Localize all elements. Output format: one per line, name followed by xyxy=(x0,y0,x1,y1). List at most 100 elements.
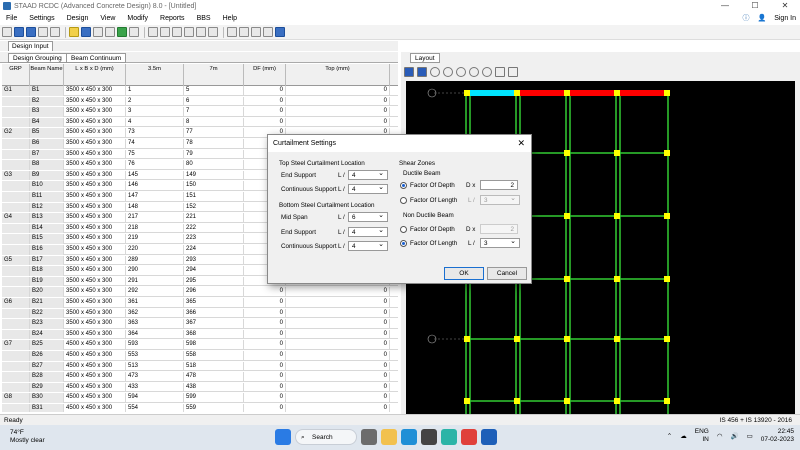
cell-7m[interactable]: 559 xyxy=(184,404,244,412)
wifi-icon[interactable]: ◠ xyxy=(717,432,723,440)
cell-beam-name[interactable]: B1 xyxy=(30,86,64,96)
cell-dimensions[interactable]: 3500 x 450 x 300 xyxy=(64,213,126,223)
cell-beam-name[interactable]: B12 xyxy=(30,202,64,213)
cell-dimensions[interactable]: 3500 x 450 x 300 xyxy=(64,287,126,297)
cell-grp[interactable] xyxy=(2,202,30,213)
cell-grp[interactable]: G8 xyxy=(2,393,30,403)
cell-7m[interactable]: 368 xyxy=(184,329,244,340)
table-row[interactable]: B28 4500 x 450 x 300 473 478 0 0 xyxy=(2,372,398,382)
sign-in-link[interactable]: Sign In xyxy=(774,15,796,22)
cell-grp[interactable]: G7 xyxy=(2,340,30,350)
cell-7m[interactable]: 367 xyxy=(184,319,244,329)
export-icon[interactable] xyxy=(50,27,60,37)
cell-3-5m[interactable]: 145 xyxy=(126,170,184,181)
cell-beam-name[interactable]: B10 xyxy=(30,181,64,191)
menu-modify[interactable]: Modify xyxy=(121,15,154,22)
cell-3-5m[interactable]: 75 xyxy=(126,149,184,160)
non-ductile-factor-length-radio[interactable] xyxy=(400,240,407,247)
cell-dimensions[interactable]: 3500 x 450 x 300 xyxy=(64,160,126,170)
table-row[interactable]: B24 3500 x 450 x 300 364 368 0 0 xyxy=(2,329,398,340)
cell-beam-name[interactable]: B22 xyxy=(30,308,64,319)
menu-settings[interactable]: Settings xyxy=(23,15,60,22)
cell-dimensions[interactable]: 3500 x 450 x 300 xyxy=(64,170,126,181)
cell-df[interactable]: 0 xyxy=(244,361,286,372)
cell-3-5m[interactable]: 220 xyxy=(126,245,184,255)
cell-7m[interactable]: 295 xyxy=(184,276,244,287)
cell-grp[interactable] xyxy=(2,192,30,202)
cell-7m[interactable]: 151 xyxy=(184,192,244,202)
menu-reports[interactable]: Reports xyxy=(154,15,191,22)
tool-icon[interactable] xyxy=(263,27,273,37)
cell-top[interactable]: 0 xyxy=(286,361,390,372)
menu-design[interactable]: Design xyxy=(61,15,95,22)
cell-7m[interactable]: 222 xyxy=(184,223,244,234)
cell-grp[interactable]: G6 xyxy=(2,298,30,308)
cell-7m[interactable]: 77 xyxy=(184,128,244,138)
cell-dimensions[interactable]: 3500 x 450 x 300 xyxy=(64,255,126,266)
cloud-icon[interactable]: ☁ xyxy=(680,432,687,440)
cell-df[interactable]: 0 xyxy=(244,319,286,329)
cell-top[interactable]: 0 xyxy=(286,96,390,107)
cell-3-5m[interactable]: 362 xyxy=(126,308,184,319)
windows-start-icon[interactable] xyxy=(275,429,291,445)
cell-grp[interactable] xyxy=(2,266,30,276)
save-view-icon[interactable] xyxy=(404,67,414,77)
cell-grp[interactable] xyxy=(2,382,30,393)
cell-grp[interactable] xyxy=(2,117,30,128)
table-row[interactable]: B27 4500 x 450 x 300 513 518 0 0 xyxy=(2,361,398,372)
zoom-window-icon[interactable] xyxy=(443,67,453,77)
cell-top[interactable]: 0 xyxy=(286,372,390,382)
edge-icon[interactable] xyxy=(401,429,417,445)
cell-dimensions[interactable]: 3500 x 450 x 300 xyxy=(64,181,126,191)
tool-icon[interactable] xyxy=(160,27,170,37)
non-ductile-factor-depth-radio[interactable] xyxy=(400,226,407,233)
cell-beam-name[interactable]: B17 xyxy=(30,255,64,266)
cell-df[interactable]: 0 xyxy=(244,287,286,297)
cell-7m[interactable]: 6 xyxy=(184,96,244,107)
tab-design-input[interactable]: Design Input xyxy=(8,41,53,51)
maximize-button[interactable]: ☐ xyxy=(740,0,770,12)
cell-grp[interactable] xyxy=(2,149,30,160)
cell-top[interactable]: 0 xyxy=(286,382,390,393)
cell-beam-name[interactable]: B20 xyxy=(30,287,64,297)
cell-3-5m[interactable]: 76 xyxy=(126,160,184,170)
cell-dimensions[interactable]: 4500 x 450 x 300 xyxy=(64,404,126,412)
table-row[interactable]: B22 3500 x 450 x 300 362 366 0 0 xyxy=(2,308,398,319)
chevron-up-icon[interactable]: ⌃ xyxy=(667,432,672,440)
cell-3-5m[interactable]: 146 xyxy=(126,181,184,191)
table-row[interactable]: G1 B1 3500 x 450 x 300 1 5 0 0 xyxy=(2,86,398,96)
cell-dimensions[interactable]: 3500 x 450 x 300 xyxy=(64,107,126,117)
table-row[interactable]: B2 3500 x 450 x 300 2 6 0 0 xyxy=(2,96,398,107)
cell-7m[interactable]: 152 xyxy=(184,202,244,213)
cell-top[interactable]: 0 xyxy=(286,298,390,308)
cell-grp[interactable] xyxy=(2,245,30,255)
cell-grp[interactable] xyxy=(2,372,30,382)
cell-3-5m[interactable]: 289 xyxy=(126,255,184,266)
cell-7m[interactable]: 79 xyxy=(184,149,244,160)
cell-grp[interactable] xyxy=(2,329,30,340)
cell-grp[interactable] xyxy=(2,107,30,117)
cell-df[interactable]: 0 xyxy=(244,372,286,382)
cell-grp[interactable]: G1 xyxy=(2,86,30,96)
cell-7m[interactable]: 80 xyxy=(184,160,244,170)
cell-grp[interactable]: G2 xyxy=(2,128,30,138)
cell-dimensions[interactable]: 3500 x 450 x 300 xyxy=(64,234,126,244)
cell-beam-name[interactable]: B8 xyxy=(30,160,64,170)
cell-dimensions[interactable]: 3500 x 450 x 300 xyxy=(64,329,126,340)
tool-icon[interactable] xyxy=(184,27,194,37)
design-icon[interactable] xyxy=(69,27,79,37)
cell-dimensions[interactable]: 3500 x 450 x 300 xyxy=(64,298,126,308)
cell-grp[interactable]: G3 xyxy=(2,170,30,181)
cell-7m[interactable]: 8 xyxy=(184,117,244,128)
cell-grp[interactable] xyxy=(2,319,30,329)
cell-7m[interactable]: 221 xyxy=(184,213,244,223)
ok-button[interactable]: OK xyxy=(444,267,484,280)
cell-df[interactable]: 0 xyxy=(244,404,286,412)
cell-grp[interactable] xyxy=(2,308,30,319)
cell-3-5m[interactable]: 3 xyxy=(126,107,184,117)
cell-7m[interactable]: 5 xyxy=(184,86,244,96)
table-row[interactable]: B31 4500 x 450 x 300 554 559 0 0 xyxy=(2,404,398,412)
cell-dimensions[interactable]: 3500 x 450 x 300 xyxy=(64,266,126,276)
file-explorer-icon[interactable] xyxy=(381,429,397,445)
weather-widget[interactable]: 74°F Mostly clear xyxy=(10,429,45,445)
